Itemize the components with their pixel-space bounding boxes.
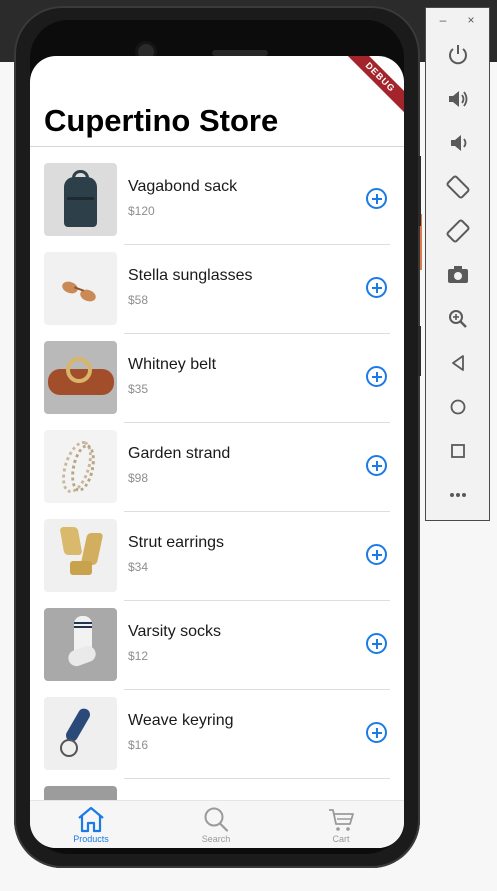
product-row: Garden strand $98 — [44, 414, 390, 512]
product-row: Stella sunglasses $58 — [44, 236, 390, 334]
camera-icon[interactable] — [443, 260, 473, 290]
more-icon[interactable] — [443, 480, 473, 510]
product-price: $35 — [128, 382, 149, 396]
product-image — [44, 519, 117, 592]
product-name: Strut earrings — [128, 534, 225, 551]
tab-search-label: Search — [201, 834, 231, 844]
product-name: Whitney belt — [128, 356, 217, 373]
cart-icon — [329, 809, 354, 831]
product-price: $58 — [128, 293, 149, 307]
add-to-cart-button[interactable] — [366, 633, 387, 654]
bottom-navigation: Products Search Cart — [30, 800, 404, 848]
product-image — [44, 608, 117, 681]
rotate-left-icon[interactable] — [443, 172, 473, 202]
add-to-cart-button[interactable] — [366, 366, 387, 387]
product-price: $12 — [128, 649, 149, 663]
product-price: $98 — [128, 471, 149, 485]
product-row: Strut earrings $34 — [44, 503, 390, 601]
tab-products[interactable]: Products — [46, 805, 136, 848]
volume-down-icon[interactable] — [443, 128, 473, 158]
app-screen: DEBUG Cupertino Store Vagabond sack $120 S… — [30, 56, 404, 848]
rotate-right-icon[interactable] — [443, 216, 473, 246]
volume-up-icon[interactable] — [443, 84, 473, 114]
zoom-icon[interactable] — [443, 304, 473, 334]
minimize-button[interactable]: – — [435, 12, 451, 28]
product-image — [44, 252, 117, 325]
page-title: Cupertino Store — [44, 103, 279, 138]
search-icon — [204, 807, 229, 832]
back-icon[interactable] — [443, 348, 473, 378]
tab-cart-label: Cart — [332, 834, 350, 844]
add-to-cart-button[interactable] — [366, 722, 387, 743]
product-price: $120 — [128, 204, 155, 218]
home-icon — [78, 806, 104, 833]
product-image — [44, 430, 117, 503]
product-image — [44, 163, 117, 236]
product-name: Varsity socks — [128, 623, 222, 640]
product-row: Vagabond sack $120 — [44, 147, 390, 245]
product-row: Whitney belt $35 — [44, 325, 390, 423]
tab-cart[interactable]: Cart — [296, 805, 386, 848]
home-circle-icon[interactable] — [443, 392, 473, 422]
product-price: $34 — [128, 560, 149, 574]
product-row: Weave keyring $16 — [44, 681, 390, 779]
tab-products-label: Products — [73, 834, 109, 844]
product-name: Garden strand — [128, 445, 231, 462]
tab-search[interactable]: Search — [171, 805, 261, 848]
add-to-cart-button[interactable] — [366, 188, 387, 209]
product-image — [44, 697, 117, 770]
emulator-toolbar: – × — [425, 7, 490, 521]
product-name: Vagabond sack — [128, 178, 238, 195]
add-to-cart-button[interactable] — [366, 277, 387, 298]
product-name: Weave keyring — [128, 712, 234, 729]
volume-side-button — [418, 156, 421, 226]
power-side-button — [418, 326, 421, 376]
debug-banner: DEBUG — [339, 56, 404, 119]
product-name: Stella sunglasses — [128, 267, 253, 284]
product-price: $16 — [128, 738, 149, 752]
power-icon[interactable] — [443, 40, 473, 70]
close-button[interactable]: × — [463, 12, 479, 28]
product-row: Varsity socks $12 — [44, 592, 390, 690]
product-image — [44, 341, 117, 414]
add-to-cart-button[interactable] — [366, 455, 387, 476]
overview-icon[interactable] — [443, 436, 473, 466]
add-to-cart-button[interactable] — [366, 544, 387, 565]
